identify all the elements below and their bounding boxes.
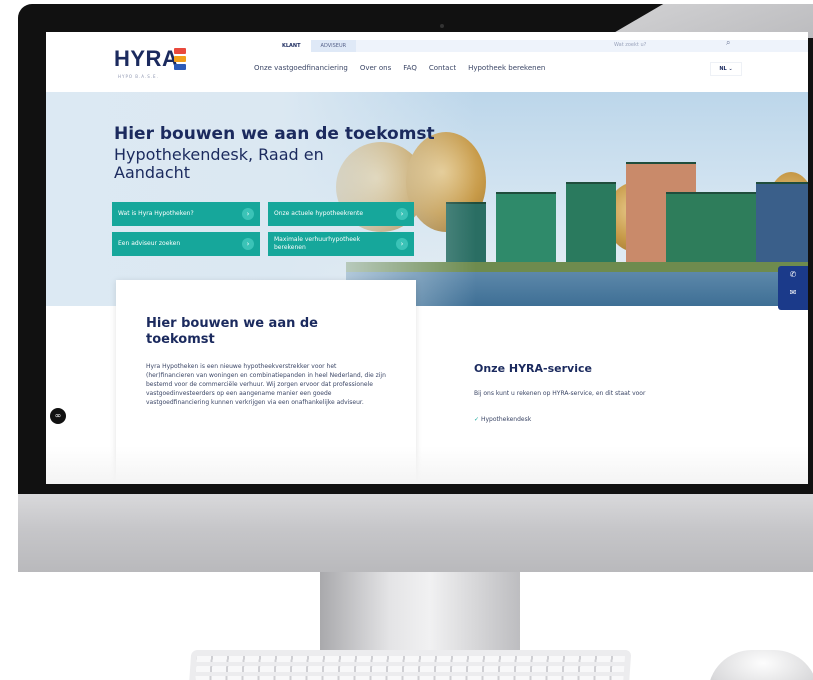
- language-select[interactable]: NL ⌄: [710, 62, 742, 76]
- intro-card-body: Hyra Hypotheken is een nieuwe hypotheekv…: [146, 363, 386, 406]
- logo-tagline: HYPO B.A.S.E.: [118, 74, 159, 79]
- contact-widget[interactable]: ✆ ✉: [778, 266, 808, 310]
- nav-item-contact[interactable]: Contact: [429, 64, 456, 72]
- service-check-label: Hypothekendesk: [480, 416, 532, 423]
- button-label: Onze actuele hypotheekrente: [274, 210, 364, 217]
- phone-icon[interactable]: ✆: [778, 266, 808, 284]
- mouse: [708, 650, 813, 680]
- hypotheekrente-button[interactable]: Onze actuele hypotheekrente ›: [268, 202, 414, 226]
- site-header: HYRA HYPO B.A.S.E. KLANT ADVISEUR Wat zo…: [46, 32, 808, 92]
- accessibility-icon[interactable]: ∞: [50, 408, 66, 424]
- service-title: Onze HYRA-service: [474, 362, 592, 375]
- nav-item-vastgoedfinanciering[interactable]: Onze vastgoedfinanciering: [254, 64, 348, 72]
- search-input[interactable]: Wat zoekt u?: [614, 40, 734, 50]
- website-screen: HYRA HYPO B.A.S.E. KLANT ADVISEUR Wat zo…: [46, 32, 808, 484]
- hyra-logo[interactable]: HYRA: [114, 46, 178, 72]
- check-icon: ✓: [474, 416, 480, 423]
- hero-title: Hier bouwen we aan de toekomst: [114, 124, 435, 144]
- chevron-right-icon: ›: [242, 208, 254, 220]
- adviseur-zoeken-button[interactable]: Een adviseur zoeken ›: [112, 232, 260, 256]
- apple-logo-icon: [402, 514, 432, 550]
- button-label: Maximale verhuurhypotheek berekenen: [274, 236, 361, 251]
- service-check-item: ✓ Hypothekendesk: [474, 416, 531, 423]
- hyra-logo-mark-icon: [174, 48, 186, 70]
- tab-adviseur[interactable]: ADVISEUR: [310, 40, 357, 52]
- camera-icon: [440, 24, 444, 28]
- screen-bottom-fade: [46, 446, 808, 484]
- desktop-mockup: HYRA HYPO B.A.S.E. KLANT ADVISEUR Wat zo…: [0, 0, 813, 680]
- audience-tabs: KLANT ADVISEUR: [272, 40, 357, 52]
- nav-item-faq[interactable]: FAQ: [403, 64, 417, 72]
- chevron-right-icon: ›: [396, 208, 408, 220]
- hero-subtitle: Hypothekendesk, Raad en Aandacht: [114, 145, 324, 182]
- search-icon[interactable]: ⌕: [726, 38, 730, 48]
- chevron-right-icon: ›: [396, 238, 408, 250]
- nav-item-over-ons[interactable]: Over ons: [360, 64, 391, 72]
- wat-is-hyra-button[interactable]: Wat is Hyra Hypotheken? ›: [112, 202, 260, 226]
- verhuurhypotheek-berekenen-button[interactable]: Maximale verhuurhypotheek berekenen ›: [268, 232, 414, 256]
- hero-banner: Hier bouwen we aan de toekomst Hypotheke…: [46, 92, 808, 310]
- button-label: Wat is Hyra Hypotheken?: [118, 210, 194, 217]
- mail-icon[interactable]: ✉: [778, 284, 808, 302]
- service-text: Bij ons kunt u rekenen op HYRA-service, …: [474, 390, 646, 397]
- button-label: Een adviseur zoeken: [118, 240, 181, 247]
- nav-item-hypotheek-berekenen[interactable]: Hypotheek berekenen: [468, 64, 545, 72]
- keyboard: [188, 650, 632, 680]
- tab-klant[interactable]: KLANT: [272, 40, 311, 52]
- intro-card-title: Hier bouwen we aan de toekomst: [146, 316, 318, 347]
- monitor-stand: [320, 572, 520, 650]
- chevron-right-icon: ›: [242, 238, 254, 250]
- main-nav: Onze vastgoedfinanciering Over ons FAQ C…: [254, 64, 545, 72]
